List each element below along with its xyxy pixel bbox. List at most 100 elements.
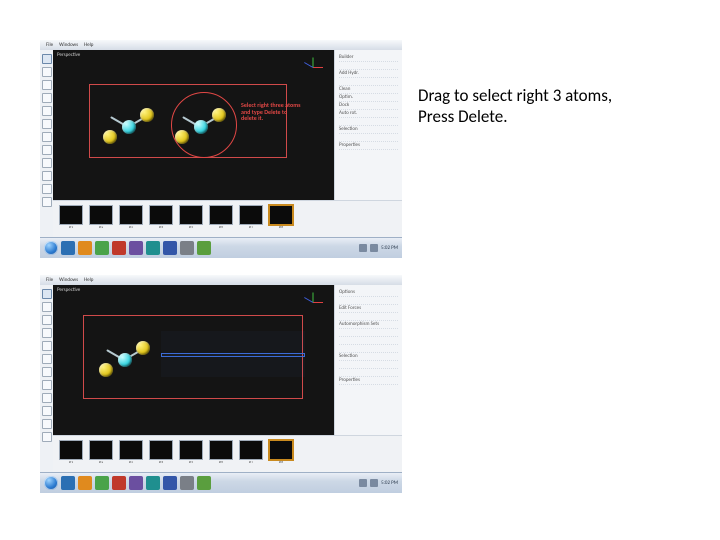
taskbar-app-icon[interactable] (197, 241, 211, 255)
system-tray[interactable]: 5:02 PM (359, 244, 398, 252)
taskbar-app-icon[interactable] (129, 476, 143, 490)
thumbnail-dock[interactable]: sf1 sf2 sf3 sf4 sf5 sf6 sf7 sf8 (53, 200, 402, 238)
tool-camera-icon[interactable] (42, 393, 52, 403)
tray-icon[interactable] (370, 244, 378, 252)
tool-pan-icon[interactable] (42, 419, 52, 429)
prop-row[interactable]: Auto rot. (339, 110, 398, 118)
thumbnail-dock[interactable]: sf1 sf2 sf3 sf4 sf5 sf6 sf7 sf8 (53, 435, 402, 473)
prop-row[interactable]: Add Hydr. (339, 70, 398, 78)
tool-rotate-icon[interactable] (42, 80, 52, 90)
atom-outer[interactable] (99, 363, 113, 377)
menu-windows[interactable]: Windows (59, 275, 78, 285)
menu-file[interactable]: File (46, 275, 53, 285)
thumbnail[interactable]: sf2 (89, 205, 113, 230)
thumbnail[interactable]: sf3 (119, 440, 143, 465)
tool-zoom-icon[interactable] (42, 171, 52, 181)
atom-outer[interactable] (136, 341, 150, 355)
prop-row[interactable]: Properties (339, 142, 398, 150)
tool-label-icon[interactable] (42, 380, 52, 390)
start-button-icon[interactable] (44, 241, 58, 255)
taskbar-app-icon[interactable] (112, 241, 126, 255)
prop-row[interactable]: Dock (339, 102, 398, 110)
tool-scale-icon[interactable] (42, 93, 52, 103)
tool-measure-icon[interactable] (42, 367, 52, 377)
thumbnail[interactable]: sf1 (59, 205, 83, 230)
taskbar-app-icon[interactable] (61, 241, 75, 255)
viewport-3d[interactable]: Perspective (53, 50, 334, 200)
tool-measure-icon[interactable] (42, 132, 52, 142)
thumbnail[interactable]: sf6 (209, 205, 233, 230)
tool-select-icon[interactable] (42, 54, 52, 64)
taskbar[interactable]: 5:02 PM (40, 237, 402, 258)
menu-file[interactable]: File (46, 40, 53, 50)
tool-rotate-icon[interactable] (42, 315, 52, 325)
tool-zoom-icon[interactable] (42, 406, 52, 416)
start-button-icon[interactable] (44, 476, 58, 490)
atom-center[interactable] (118, 353, 132, 367)
taskbar-app-icon[interactable] (112, 476, 126, 490)
prop-row[interactable]: Selection (339, 126, 398, 134)
taskbar-app-icon[interactable] (95, 241, 109, 255)
tool-palette[interactable] (40, 285, 54, 473)
thumbnail[interactable]: sf5 (179, 440, 203, 465)
tool-move-icon[interactable] (42, 67, 52, 77)
taskbar-app-icon[interactable] (61, 476, 75, 490)
thumbnail[interactable]: sf2 (89, 440, 113, 465)
prop-row[interactable]: Clean (339, 86, 398, 94)
tool-label-icon[interactable] (42, 145, 52, 155)
tool-atom-icon[interactable] (42, 354, 52, 364)
axis-gizmo-icon[interactable] (302, 56, 324, 78)
thumbnail-selected[interactable]: sf8 (269, 440, 293, 465)
prop-row[interactable]: Automorphism Sets (339, 321, 398, 329)
tool-move-icon[interactable] (42, 302, 52, 312)
menu-help[interactable]: Help (84, 40, 93, 50)
menu-help[interactable]: Help (84, 275, 93, 285)
tray-icon[interactable] (359, 244, 367, 252)
taskbar-app-icon[interactable] (163, 241, 177, 255)
tool-camera-icon[interactable] (42, 158, 52, 168)
tray-icon[interactable] (359, 479, 367, 487)
prop-row[interactable]: Properties (339, 377, 398, 385)
prop-row[interactable]: Selection (339, 353, 398, 361)
tool-misc-icon[interactable] (42, 432, 52, 442)
atom-center[interactable] (122, 120, 136, 134)
tool-atom-icon[interactable] (42, 119, 52, 129)
thumbnail[interactable]: sf7 (239, 205, 263, 230)
system-tray[interactable]: 5:02 PM (359, 479, 398, 487)
taskbar-app-icon[interactable] (78, 476, 92, 490)
prop-row[interactable]: Optim. (339, 94, 398, 102)
tool-bond-icon[interactable] (42, 106, 52, 116)
prop-row[interactable]: Edit Forces (339, 305, 398, 313)
thumbnail[interactable]: sf7 (239, 440, 263, 465)
prop-row[interactable]: Builder (339, 54, 398, 62)
tool-palette[interactable] (40, 50, 54, 238)
thumbnail[interactable]: sf3 (119, 205, 143, 230)
taskbar-app-icon[interactable] (129, 241, 143, 255)
prop-row[interactable]: Options (339, 289, 398, 297)
clock[interactable]: 5:02 PM (381, 246, 398, 251)
tool-select-icon[interactable] (42, 289, 52, 299)
thumbnail[interactable]: sf6 (209, 440, 233, 465)
menu-windows[interactable]: Windows (59, 40, 78, 50)
thumbnail[interactable]: sf4 (149, 440, 173, 465)
tool-misc-icon[interactable] (42, 197, 52, 207)
atom-outer[interactable] (140, 108, 154, 122)
taskbar-app-icon[interactable] (163, 476, 177, 490)
tool-pan-icon[interactable] (42, 184, 52, 194)
atom-outer[interactable] (103, 130, 117, 144)
taskbar-app-icon[interactable] (180, 241, 194, 255)
viewport-3d[interactable]: Perspective (53, 285, 334, 435)
taskbar-app-icon[interactable] (180, 476, 194, 490)
thumbnail-selected[interactable]: sf8 (269, 205, 293, 230)
taskbar-app-icon[interactable] (197, 476, 211, 490)
taskbar-app-icon[interactable] (146, 241, 160, 255)
taskbar-app-icon[interactable] (95, 476, 109, 490)
thumbnail[interactable]: sf1 (59, 440, 83, 465)
clock[interactable]: 5:02 PM (381, 481, 398, 486)
axis-gizmo-icon[interactable] (302, 291, 324, 313)
taskbar-app-icon[interactable] (78, 241, 92, 255)
tool-bond-icon[interactable] (42, 341, 52, 351)
thumbnail[interactable]: sf4 (149, 205, 173, 230)
taskbar[interactable]: 5:02 PM (40, 472, 402, 493)
taskbar-app-icon[interactable] (146, 476, 160, 490)
